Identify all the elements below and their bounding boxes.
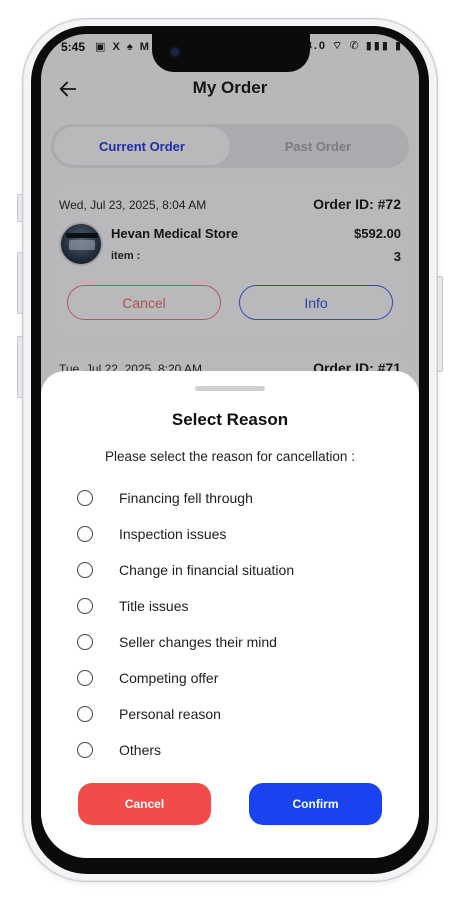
radio-button[interactable] bbox=[77, 598, 93, 614]
reason-label: Title issues bbox=[119, 598, 189, 614]
reason-label: Financing fell through bbox=[119, 490, 253, 506]
radio-button[interactable] bbox=[77, 526, 93, 542]
phone-side-button bbox=[17, 194, 23, 222]
radio-button[interactable] bbox=[77, 742, 93, 758]
reason-option[interactable]: Seller changes their mind bbox=[77, 629, 377, 655]
reason-label: Personal reason bbox=[119, 706, 221, 722]
reason-label: Others bbox=[119, 742, 162, 758]
sheet-subtitle: Please select the reason for cancellatio… bbox=[105, 449, 355, 464]
reason-label: Seller changes their mind bbox=[119, 634, 277, 650]
power-button bbox=[437, 276, 443, 372]
reason-option[interactable]: Personal reason bbox=[77, 701, 377, 727]
reason-option[interactable]: Financing fell through bbox=[77, 485, 377, 511]
volume-up-button bbox=[17, 252, 23, 314]
sheet-title: Select Reason bbox=[171, 410, 289, 429]
radio-button[interactable] bbox=[77, 706, 93, 722]
radio-button[interactable] bbox=[77, 670, 93, 686]
radio-button[interactable] bbox=[77, 490, 93, 506]
reason-label: Inspection issues bbox=[119, 526, 227, 542]
radio-button[interactable] bbox=[77, 562, 93, 578]
reason-option[interactable]: Change in financial situation bbox=[77, 557, 377, 583]
select-reason-sheet: Select Reason Please select the reason f… bbox=[41, 371, 419, 858]
reason-label: Competing offer bbox=[119, 670, 219, 686]
camera-icon bbox=[169, 46, 181, 58]
reason-option[interactable]: Title issues bbox=[77, 593, 377, 619]
screen: 5:45 ▣ X ♠ M ▪ 18.0 ⌔ ✆ ▮▮▮ ▮ My Order C… bbox=[41, 34, 419, 858]
drag-handle[interactable] bbox=[195, 386, 265, 391]
reason-option[interactable]: Others bbox=[77, 737, 377, 763]
reason-option[interactable]: Inspection issues bbox=[77, 521, 377, 547]
radio-button[interactable] bbox=[77, 634, 93, 650]
reason-option[interactable]: Competing offer bbox=[77, 665, 377, 691]
reason-label: Change in financial situation bbox=[119, 562, 295, 578]
confirm-button[interactable]: Confirm bbox=[249, 783, 382, 825]
volume-down-button bbox=[17, 336, 23, 398]
cancel-button[interactable]: Cancel bbox=[78, 783, 211, 825]
